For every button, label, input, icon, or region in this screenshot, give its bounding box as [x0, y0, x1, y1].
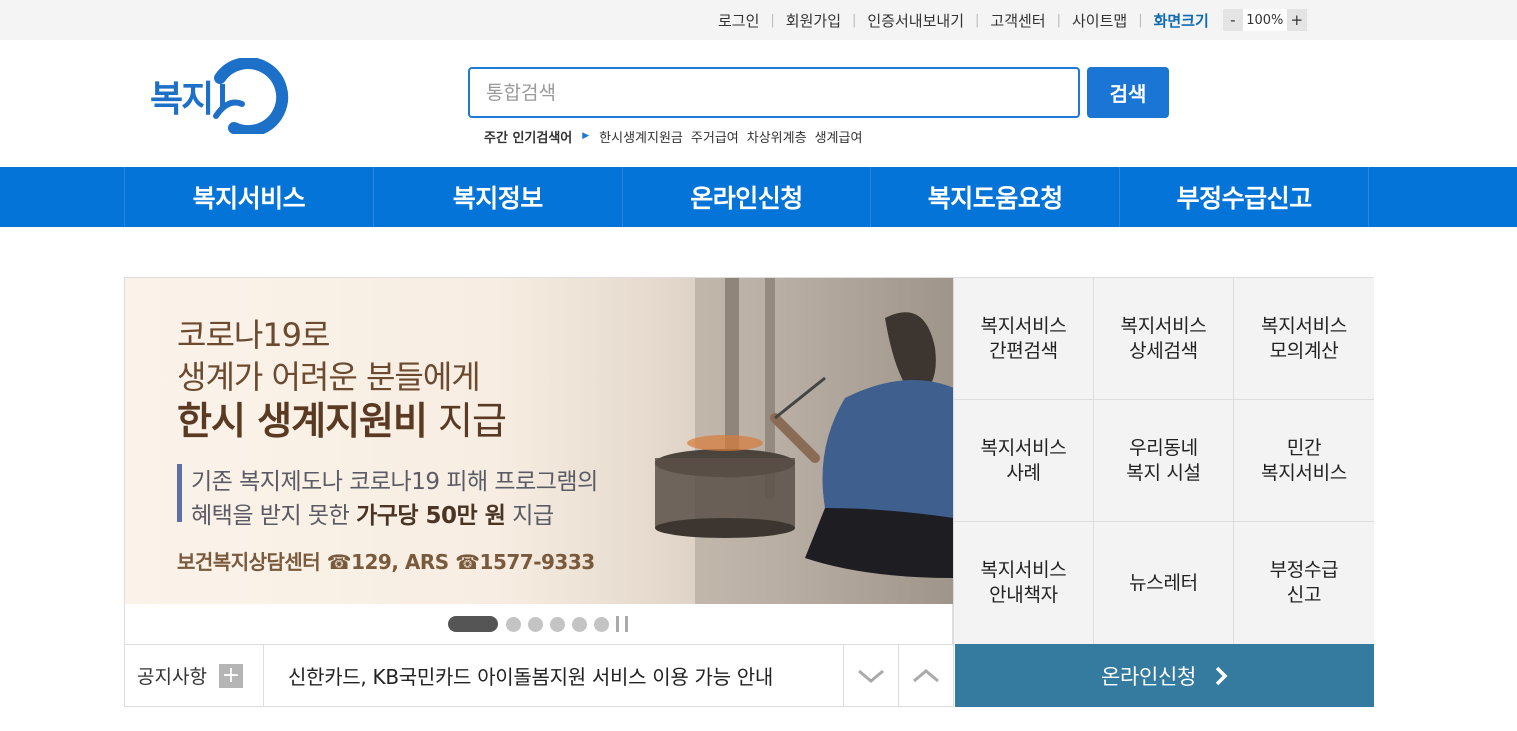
separator: |: [1138, 12, 1143, 28]
popular-keywords-label: 주간 인기검색어: [484, 130, 573, 146]
nav-item-fraud-report[interactable]: 부정수급신고: [1120, 167, 1369, 227]
main-navigation: 복지서비스 복지정보 온라인신청 복지도움요청 부정수급신고: [0, 167, 1517, 227]
zoom-level: 100%: [1242, 9, 1287, 31]
nav-item-help-request[interactable]: 복지도움요청: [871, 167, 1121, 227]
banner-desc-bold: 가구당 50만 원: [356, 503, 506, 529]
quick-cases[interactable]: 복지서비스 사례: [953, 400, 1093, 522]
utility-links: 로그인 | 회원가입 | 인증서내보내기 | 고객센터 | 사이트맵 | 화면크…: [718, 0, 1307, 40]
notice-headline[interactable]: 신한카드, KB국민카드 아이돌봄지원 서비스 이용 가능 안내: [264, 645, 843, 706]
notice-bar: 공지사항 + 신한카드, KB국민카드 아이돌봄지원 서비스 이용 가능 안내: [124, 644, 954, 707]
notice-prev-button[interactable]: [898, 645, 953, 706]
signup-link[interactable]: 회원가입: [786, 10, 841, 31]
separator: |: [770, 12, 775, 28]
quick-newsletter[interactable]: 뉴스레터: [1093, 522, 1233, 645]
quick-fraud-report[interactable]: 부정수급 신고: [1233, 522, 1374, 645]
pager-dot-active[interactable]: [448, 616, 498, 632]
pager-dot[interactable]: [572, 616, 587, 632]
notice-title-label: 공지사항: [137, 666, 207, 688]
notice-next-button[interactable]: [843, 645, 898, 706]
nav-item-welfare-info[interactable]: 복지정보: [374, 167, 623, 227]
sitemap-link[interactable]: 사이트맵: [1072, 10, 1127, 31]
quick-simulation[interactable]: 복지서비스 모의계산: [1233, 278, 1374, 400]
notice-title: 공지사항 +: [125, 645, 264, 706]
pause-icon[interactable]: [616, 616, 628, 632]
customer-center-link[interactable]: 고객센터: [990, 10, 1045, 31]
online-apply-label: 온라인신청: [1100, 664, 1197, 689]
online-apply-button[interactable]: 온라인신청: [955, 644, 1374, 707]
quick-menu: 복지서비스 간편검색 복지서비스 상세검색 복지서비스 모의계산 복지서비스 사…: [953, 277, 1374, 645]
quick-simple-search[interactable]: 복지서비스 간편검색: [953, 278, 1093, 400]
search-box: [468, 67, 1080, 118]
banner-contact: 보건복지상담센터 ☎129, ARS ☎1577-9333: [177, 550, 595, 574]
pager-dot[interactable]: [506, 616, 521, 632]
banner-accent-bar: [177, 464, 182, 522]
banner-desc-plain: 혜택을 받지 못한: [191, 503, 357, 529]
popular-keyword[interactable]: 한시생계지원금: [599, 127, 683, 146]
search-button[interactable]: 검색: [1087, 67, 1169, 118]
separator: |: [852, 12, 857, 28]
zoom-in-button[interactable]: +: [1286, 9, 1307, 31]
login-link[interactable]: 로그인: [718, 10, 759, 31]
export-certificate-link[interactable]: 인증서내보내기: [867, 10, 964, 31]
popular-keyword[interactable]: 주거급여: [691, 127, 739, 146]
pager-dot[interactable]: [550, 616, 565, 632]
site-logo[interactable]: 복지: [150, 58, 298, 134]
separator: |: [1056, 12, 1061, 28]
banner-description-2: 혜택을 받지 못한 가구당 50만 원 지급: [191, 496, 554, 530]
chevron-up-icon: [913, 668, 939, 682]
arrow-right-icon: ▶: [582, 131, 590, 141]
quick-detail-search[interactable]: 복지서비스 상세검색: [1093, 278, 1233, 400]
logo-mark-icon: [213, 58, 289, 134]
logo-text: 복지: [150, 79, 214, 120]
popular-keywords: 주간 인기검색어 ▶ 한시생계지원금 주거급여 차상위계층 생계급여: [484, 126, 870, 146]
pager-dot[interactable]: [594, 616, 609, 632]
banner-description-1: 기존 복지제도나 코로나19 피해 프로그램의: [191, 469, 598, 495]
chevron-down-icon: [858, 669, 884, 683]
search-input[interactable]: [470, 69, 1078, 116]
zoom-control: - 100% +: [1222, 9, 1307, 31]
banner-headline-1: 코로나19로: [177, 316, 330, 354]
screen-size-label: 화면크기: [1153, 11, 1209, 30]
pager-dot[interactable]: [528, 616, 543, 632]
nav-item-welfare-services[interactable]: 복지서비스: [125, 167, 374, 227]
popular-keyword[interactable]: 생계급여: [815, 127, 863, 146]
popular-keyword[interactable]: 차상위계층: [747, 127, 807, 146]
banner-headline-rest: 지급: [426, 399, 507, 443]
notice-more-button[interactable]: +: [218, 663, 243, 688]
zoom-out-button[interactable]: -: [1222, 9, 1243, 31]
banner-desc-rest: 지급: [505, 503, 554, 529]
banner-headline-3: 한시 생계지원비 지급: [177, 390, 507, 445]
quick-guidebook[interactable]: 복지서비스 안내책자: [953, 522, 1093, 645]
nav-item-online-apply[interactable]: 온라인신청: [623, 167, 872, 227]
chevron-right-icon: [1214, 665, 1228, 687]
banner-pager: [124, 604, 953, 644]
main-banner[interactable]: 코로나19로 생계가 어려운 분들에게 한시 생계지원비 지급 기존 복지제도나…: [124, 277, 953, 604]
pager-dots: [448, 616, 628, 632]
banner-headline-bold: 한시 생계지원비: [177, 399, 428, 443]
separator: |: [975, 12, 980, 28]
quick-private-services[interactable]: 민간 복지서비스: [1233, 400, 1374, 522]
quick-local-facilities[interactable]: 우리동네 복지 시설: [1093, 400, 1233, 522]
